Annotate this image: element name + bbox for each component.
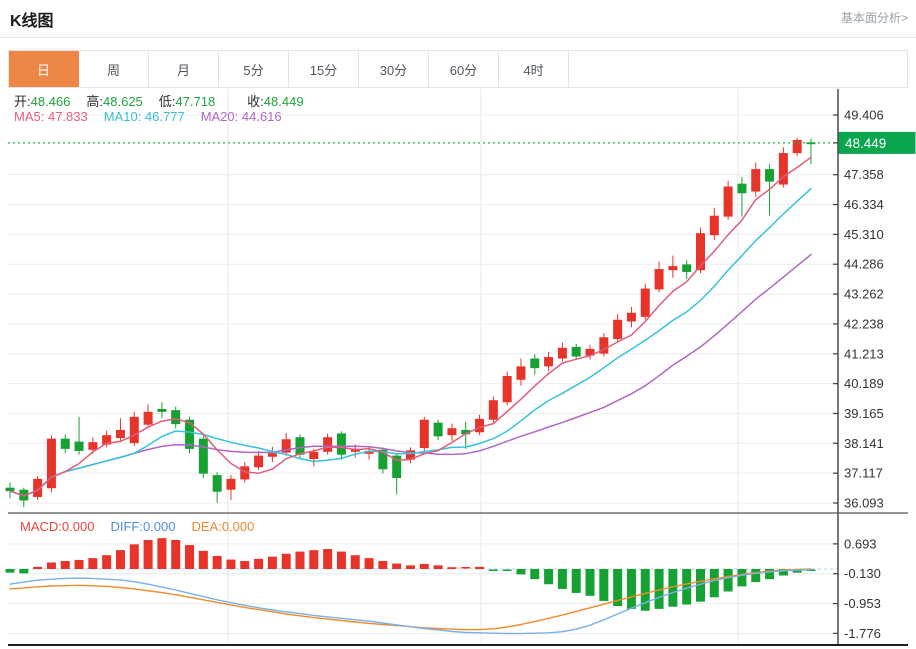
legend-value: 0.000 — [143, 519, 176, 534]
legend-label: 开: — [14, 94, 31, 109]
ohlcRow-item: 低:47.718 — [159, 91, 215, 110]
current-price-badge: 48.449 — [833, 132, 916, 154]
svg-text:46.334: 46.334 — [844, 197, 884, 212]
svg-text:37.117: 37.117 — [844, 466, 883, 481]
svg-text:38.141: 38.141 — [844, 436, 884, 451]
svg-text:-0.953: -0.953 — [844, 596, 881, 611]
svg-text:43.262: 43.262 — [844, 287, 884, 302]
ohlc-legend: 开:48.466 高:48.625 低:47.718 收:48.449 — [14, 91, 320, 110]
kline-app: K线图 基本面分析> 日周月5分15分30分60分4时 49.40647.358… — [0, 0, 916, 649]
svg-text:39.165: 39.165 — [844, 406, 884, 421]
macdRow-item: DEA:0.000 — [191, 519, 254, 534]
legend-value: 48.625 — [103, 94, 143, 109]
legend-value: 48.466 — [31, 94, 71, 109]
legend-label: DIFF: — [110, 519, 143, 534]
legend-label: MA20: — [201, 109, 242, 124]
svg-text:42.238: 42.238 — [844, 316, 884, 331]
maRow-item: MA5: 47.833 — [14, 109, 88, 124]
svg-text:48.449: 48.449 — [845, 136, 886, 151]
macdRow-item: DIFF:0.000 — [110, 519, 175, 534]
legend-value: 46.777 — [145, 109, 185, 124]
ma-legend: MA5: 47.833 MA10: 46.777 MA20: 44.616 — [14, 109, 298, 124]
legend-label: MACD: — [20, 519, 62, 534]
legend-value: 47.718 — [175, 94, 215, 109]
macdRow-item: MACD:0.000 — [20, 519, 94, 534]
legend-value: 47.833 — [48, 109, 88, 124]
svg-text:44.286: 44.286 — [844, 257, 884, 272]
svg-text:49.406: 49.406 — [844, 108, 884, 123]
svg-text:36.093: 36.093 — [844, 496, 884, 511]
svg-text:40.189: 40.189 — [844, 376, 884, 391]
legend-label: MA10: — [104, 109, 145, 124]
macd-histogram — [6, 538, 816, 611]
legend-value: 48.449 — [264, 94, 304, 109]
ohlcRow-item: 高:48.625 — [86, 91, 142, 110]
svg-text:45.310: 45.310 — [844, 227, 884, 242]
legend-label: 收: — [247, 94, 264, 109]
legend-label: DEA: — [191, 519, 221, 534]
ohlcRow-item: 收:48.449 — [247, 91, 303, 110]
legend-label: 高: — [86, 94, 103, 109]
svg-text:47.358: 47.358 — [844, 167, 884, 182]
svg-text:0.693: 0.693 — [844, 536, 877, 551]
svg-text:-1.776: -1.776 — [844, 626, 881, 641]
svg-text:41.213: 41.213 — [844, 346, 884, 361]
legend-value: 0.000 — [62, 519, 95, 534]
legend-value: 44.616 — [242, 109, 282, 124]
legend-value: 0.000 — [222, 519, 255, 534]
candles — [6, 138, 816, 507]
legend-label: MA5: — [14, 109, 48, 124]
maRow-item: MA10: 46.777 — [104, 109, 185, 124]
svg-text:-0.130: -0.130 — [844, 566, 881, 581]
maRow-item: MA20: 44.616 — [201, 109, 282, 124]
ma-lines — [10, 157, 811, 496]
legend-label: 低: — [159, 94, 176, 109]
macd-legend: MACD:0.000DIFF:0.000DEA:0.000 — [20, 519, 270, 534]
ohlcRow-item: 开:48.466 — [14, 91, 70, 110]
